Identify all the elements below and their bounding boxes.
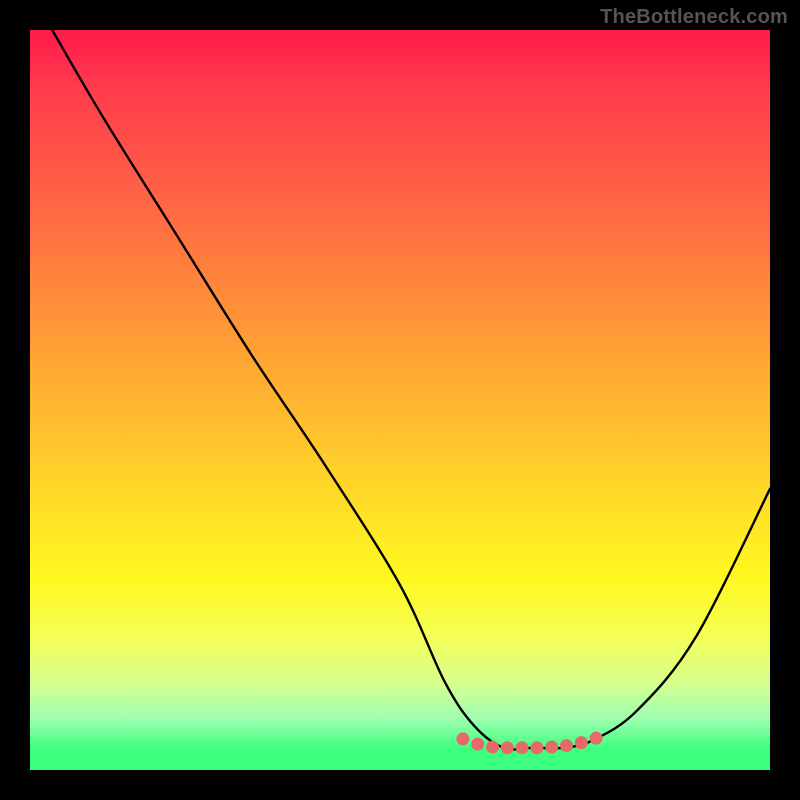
marker-dot bbox=[456, 732, 469, 745]
marker-dot bbox=[590, 732, 603, 745]
watermark-text: TheBottleneck.com bbox=[600, 6, 788, 29]
marker-group bbox=[456, 732, 602, 755]
chart-svg bbox=[30, 30, 770, 770]
marker-dot bbox=[471, 738, 484, 751]
marker-dot bbox=[516, 741, 529, 754]
bottleneck-curve bbox=[52, 30, 770, 749]
marker-dot bbox=[530, 741, 543, 754]
marker-dot bbox=[560, 739, 573, 752]
plot-area bbox=[30, 30, 770, 770]
marker-dot bbox=[545, 741, 558, 754]
chart-container: TheBottleneck.com bbox=[0, 0, 800, 800]
marker-dot bbox=[501, 741, 514, 754]
marker-dot bbox=[575, 736, 588, 749]
marker-dot bbox=[486, 741, 499, 754]
